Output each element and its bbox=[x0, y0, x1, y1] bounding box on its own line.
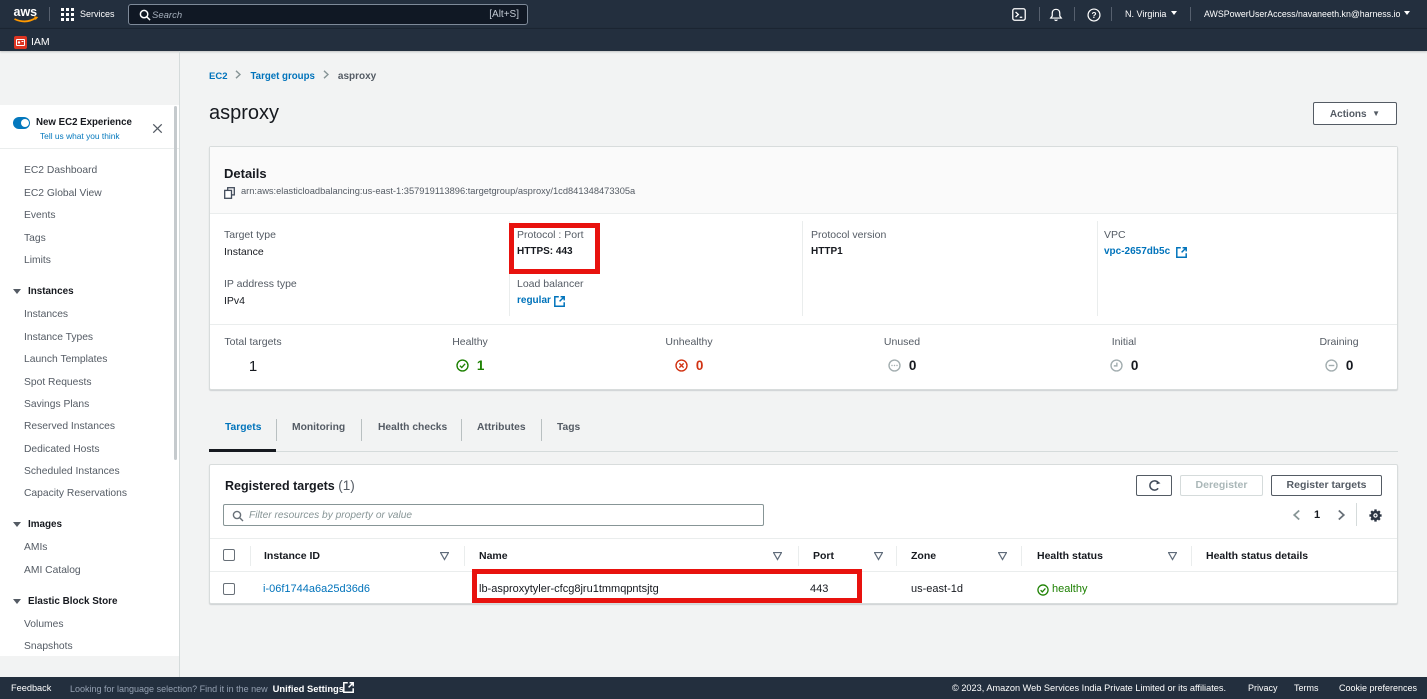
svg-text:?: ? bbox=[1091, 10, 1096, 20]
svg-text:aws: aws bbox=[14, 5, 38, 19]
